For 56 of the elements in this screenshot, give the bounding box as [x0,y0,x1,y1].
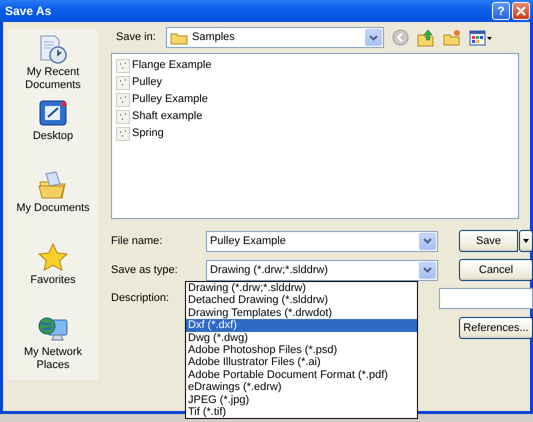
file-type-option[interactable]: Dxf (*.dxf) [186,319,417,332]
caret-icon [523,239,529,243]
file-icon [116,110,130,124]
place-button[interactable]: My Recent Documents [10,34,96,92]
dropdown-button[interactable] [365,29,382,46]
file-icon [116,126,130,140]
file-type-option[interactable]: eDrawings (*.edrw) [186,381,417,394]
place-button[interactable]: My Documents [10,170,96,226]
save-as-type-label: Save as type: [111,262,179,278]
file-icon [116,58,130,72]
file-item[interactable]: Pulley [132,74,162,91]
file-name-label: File name: [111,234,164,249]
save-in-dropdown[interactable]: Samples [166,27,384,48]
window-title: Save As [5,3,52,20]
up-folder-icon[interactable] [417,28,435,46]
file-type-option[interactable]: Adobe Illustrator Files (*.ai) [186,356,417,369]
file-item[interactable]: Shaft example [132,108,202,125]
chevron-icon [369,34,378,40]
file-type-option[interactable]: Dwg (*.dwg) [186,332,417,344]
save-as-type-dropdown[interactable]: Drawing (*.drw;*.slddrw) [206,260,438,280]
file-type-option[interactable]: JPEG (*.jpg) [186,394,417,406]
description-label: Description: [111,291,170,306]
file-name-field[interactable]: Pulley Example [206,230,438,252]
star-icon [37,242,69,272]
save-in-value: Samples [192,30,235,46]
file-type-option[interactable]: Drawing (*.drw;*.slddrw) [186,282,417,294]
back-icon[interactable] [392,29,409,46]
close-icon [516,6,526,16]
file-type-option[interactable]: Adobe Photoshop Files (*.psd) [186,344,417,356]
dropdown-button[interactable] [419,232,436,250]
file-item[interactable]: Spring [132,125,164,142]
chevron-icon [423,238,432,244]
file-type-option[interactable]: Drawing Templates (*.drwdot) [186,306,417,320]
references-button[interactable]: References... [459,317,533,339]
folder-icon [170,30,188,44]
chevron-icon [423,267,432,273]
file-icon [116,76,130,90]
file-item[interactable]: Pulley Example [132,91,208,108]
desktop-icon [37,98,69,128]
cancel-button[interactable]: Cancel [459,259,533,281]
views-icon[interactable] [469,30,493,46]
place-button[interactable]: My Network Places [10,314,96,372]
description-field[interactable] [439,288,533,309]
help-button[interactable]: ? [492,2,510,20]
file-icon [116,92,130,106]
file-type-option[interactable]: Tif (*.tif) [186,406,417,418]
save-menu-button[interactable] [519,230,533,252]
save-button[interactable]: Save [459,230,518,252]
save-in-label: Save in: [116,30,157,46]
dropdown-button[interactable] [419,262,436,278]
file-type-option[interactable]: Detached Drawing (*.slddrw) [186,294,417,307]
place-button[interactable]: Desktop [10,98,96,154]
close-button[interactable] [512,2,530,20]
place-button[interactable]: Favorites [10,242,96,298]
file-type-option[interactable]: Adobe Portable Document Format (*.pdf) [186,368,417,382]
file-item[interactable]: Flange Example [132,57,212,74]
